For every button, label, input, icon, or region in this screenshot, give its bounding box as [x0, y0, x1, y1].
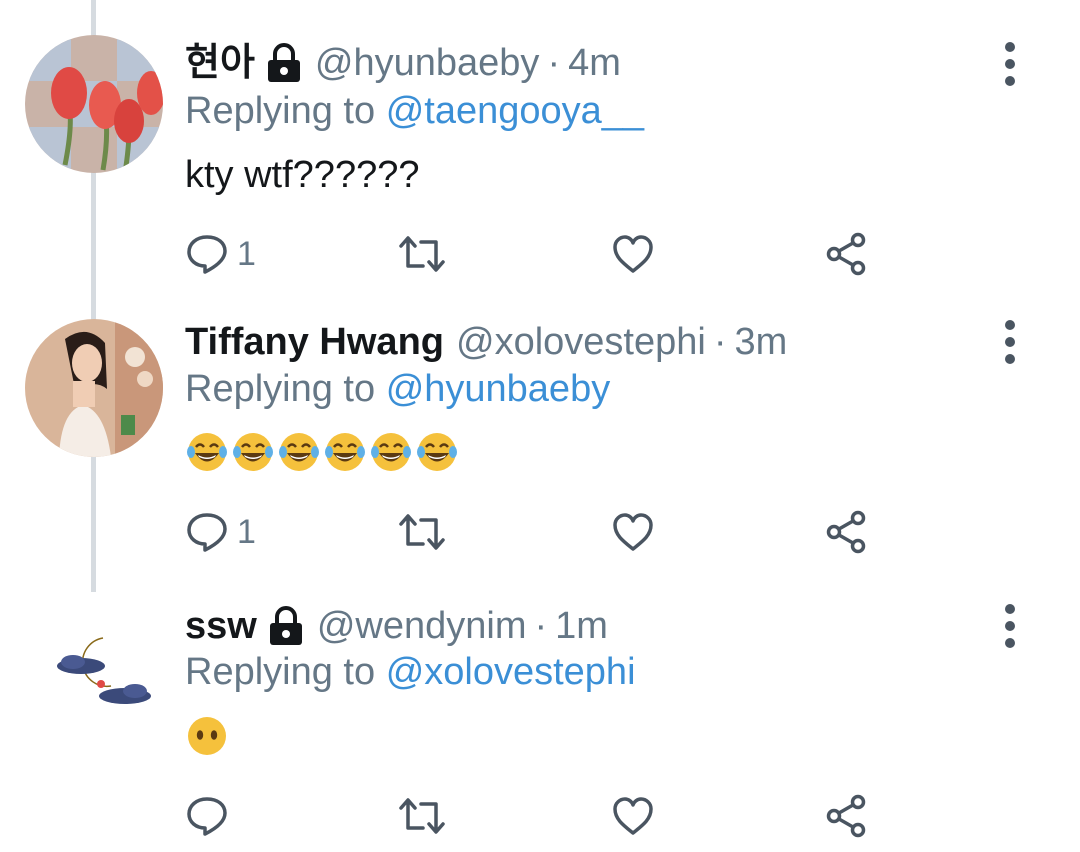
moon-clouds-avatar	[25, 594, 163, 732]
action-bar: 1	[185, 232, 885, 276]
face-with-tears-of-joy	[187, 433, 227, 471]
reply-button[interactable]: 1	[185, 232, 256, 276]
share-button[interactable]	[825, 794, 869, 838]
more-vertical-icon	[1005, 604, 1015, 614]
retweet-icon	[399, 236, 445, 272]
woman-portrait-avatar	[25, 319, 163, 457]
action-bar	[185, 794, 885, 838]
like-button[interactable]	[611, 794, 655, 838]
lock-icon	[267, 43, 300, 82]
like-button[interactable]	[611, 510, 655, 554]
retweet-button[interactable]	[397, 510, 447, 554]
separator-dot: ·	[713, 321, 727, 363]
separator-dot: ·	[547, 42, 561, 84]
handle[interactable]: @xolovestephi	[456, 319, 706, 365]
mention-link[interactable]: @taengooya__	[386, 90, 644, 132]
heart-icon	[613, 235, 653, 273]
retweet-button[interactable]	[397, 794, 447, 838]
retweet-icon	[399, 798, 445, 834]
tweet[interactable]: Tiffany Hwang @xolovestephi · 3m Replyin…	[0, 290, 1080, 580]
replying-to: Replying to @hyunbaeby	[185, 366, 610, 412]
heart-icon	[613, 797, 653, 835]
more-button[interactable]	[996, 320, 1024, 364]
reply-count: 1	[237, 235, 256, 273]
heart-icon	[613, 513, 653, 551]
separator-dot: ·	[534, 605, 548, 647]
tweet-header: 현아 @hyunbaeby · 4m	[185, 40, 621, 86]
display-name[interactable]: ssw	[185, 603, 257, 649]
tweet-emojis	[185, 714, 229, 758]
reply-bubble-icon	[187, 797, 227, 836]
reply-button[interactable]	[185, 794, 237, 838]
tweet-header: ssw @wendynim · 1m	[185, 603, 608, 649]
more-button[interactable]	[996, 604, 1024, 648]
avatar[interactable]	[25, 35, 163, 173]
action-bar: 1	[185, 510, 885, 554]
retweet-button[interactable]	[397, 232, 447, 276]
face-with-tears-of-joy	[371, 433, 411, 471]
more-button[interactable]	[996, 42, 1024, 86]
timestamp[interactable]: 4m	[568, 40, 621, 86]
face-with-tears-of-joy	[233, 433, 273, 471]
timestamp[interactable]: 3m	[734, 319, 787, 365]
replying-prefix: Replying to	[185, 90, 376, 132]
tweet-text: kty wtf??????	[185, 154, 420, 196]
share-button[interactable]	[825, 232, 869, 276]
reply-count: 1	[237, 513, 256, 551]
more-vertical-icon	[1005, 42, 1015, 52]
mention-link[interactable]: @xolovestephi	[386, 651, 636, 693]
tweet-emojis	[185, 430, 459, 474]
lock-icon	[269, 606, 302, 645]
replying-to: Replying to @xolovestephi	[185, 649, 636, 695]
face-with-tears-of-joy	[325, 433, 365, 471]
reply-button[interactable]: 1	[185, 510, 256, 554]
like-button[interactable]	[611, 232, 655, 276]
replying-prefix: Replying to	[185, 368, 376, 410]
retweet-icon	[399, 514, 445, 550]
avatar[interactable]	[25, 319, 163, 457]
replying-prefix: Replying to	[185, 651, 376, 693]
share-button[interactable]	[825, 510, 869, 554]
reply-bubble-icon	[187, 235, 227, 274]
timestamp[interactable]: 1m	[555, 603, 608, 649]
face-with-tears-of-joy	[279, 433, 319, 471]
share-icon	[826, 232, 866, 276]
handle[interactable]: @hyunbaeby	[315, 40, 540, 86]
replying-to: Replying to @taengooya__	[185, 88, 644, 134]
face-with-tears-of-joy	[417, 433, 457, 471]
tulips-avatar	[25, 35, 163, 173]
tweet-header: Tiffany Hwang @xolovestephi · 3m	[185, 319, 787, 365]
share-icon	[826, 510, 866, 554]
handle[interactable]: @wendynim	[317, 603, 527, 649]
display-name[interactable]: 현아	[185, 40, 255, 86]
face-without-mouth	[188, 717, 226, 755]
avatar[interactable]	[25, 594, 163, 732]
display-name[interactable]: Tiffany Hwang	[185, 319, 444, 365]
tweet[interactable]: ssw @wendynim · 1m Replying to @xolovest…	[0, 580, 1080, 852]
tweet[interactable]: 현아 @hyunbaeby · 4m Replying to @taengooy…	[0, 0, 1080, 290]
more-vertical-icon	[1005, 320, 1015, 330]
mention-link[interactable]: @hyunbaeby	[386, 368, 611, 410]
reply-bubble-icon	[187, 513, 227, 552]
share-icon	[826, 794, 866, 838]
